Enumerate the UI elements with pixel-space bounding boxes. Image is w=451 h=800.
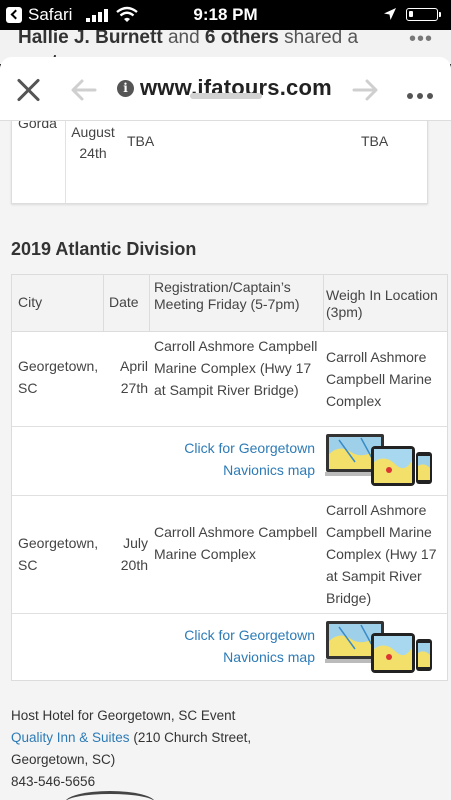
- cell-date: August 24th: [71, 124, 115, 161]
- cell-registration: Carroll Ashmore Campbell Marine Complex …: [154, 338, 318, 398]
- web-content: Gorda August 24th TBA TBA 2019 Atlantic …: [0, 121, 451, 800]
- browser-toolbar: i www.ifatours.com: [0, 57, 451, 121]
- cell-city: Georgetown, SC: [18, 358, 99, 396]
- cell-registration: TBA: [127, 133, 155, 149]
- hotel-address: (210 Church Street,: [133, 730, 252, 745]
- hotel-link[interactable]: Quality Inn & Suites: [11, 730, 130, 745]
- nav-forward-icon[interactable]: [352, 78, 378, 102]
- hotel-address-city: Georgetown, SC): [11, 752, 116, 767]
- header-weigh-in: Weigh In Location (3pm): [326, 287, 438, 320]
- previous-table-bottom: Gorda August 24th TBA TBA: [11, 121, 428, 204]
- cell-date: July 20th: [120, 535, 148, 573]
- navionics-devices-image[interactable]: [325, 619, 433, 677]
- header-city: City: [18, 294, 43, 310]
- location-icon: [384, 8, 396, 20]
- post-menu-icon: •••: [408, 30, 433, 50]
- navionics-map-link[interactable]: Click for Georgetown Navionics map: [184, 437, 315, 481]
- battery-icon: [406, 8, 441, 21]
- cell-weigh-in: TBA: [361, 133, 389, 149]
- more-icon[interactable]: [407, 86, 437, 104]
- table-row: Georgetown, SC April 27th Carroll Ashmor…: [12, 331, 447, 427]
- cell-weigh-in: Carroll Ashmore Campbell Marine Complex …: [326, 502, 437, 606]
- info-icon[interactable]: i: [117, 80, 134, 97]
- cell-registration: Carroll Ashmore Campbell Marine Complex: [154, 524, 318, 562]
- navionics-map-link[interactable]: Click for Georgetown Navionics map: [184, 624, 315, 668]
- close-icon[interactable]: [15, 77, 41, 103]
- status-bar: Safari 9:18 PM: [0, 0, 451, 30]
- sheet-grabber[interactable]: [190, 93, 262, 99]
- table-row-map: Click for Georgetown Navionics map: [12, 427, 447, 496]
- cell-weigh-in: Carroll Ashmore Campbell Marine Complex: [326, 349, 432, 409]
- section-title: 2019 Atlantic Division: [11, 239, 197, 259]
- navionics-devices-image[interactable]: [325, 432, 433, 490]
- shared-post-text: Hallie J. Burnett and 6 others shared a: [18, 30, 359, 48]
- cell-city: Georgetown, SC: [18, 535, 99, 573]
- cell-date: April 27th: [119, 358, 148, 396]
- table-row-map: Click for Georgetown Navionics map: [12, 614, 447, 682]
- header-date: Date: [109, 294, 139, 310]
- host-hotel-heading: Host Hotel for Georgetown, SC Event: [11, 708, 236, 723]
- table-header: City Date Registration/Captain’s Meeting…: [12, 275, 447, 332]
- nav-back-icon[interactable]: [71, 78, 97, 102]
- hotel-phone[interactable]: 843-546-5656: [11, 771, 441, 793]
- schedule-table: City Date Registration/Captain’s Meeting…: [11, 274, 448, 681]
- cell-city: Gorda: [18, 121, 57, 131]
- header-registration: Registration/Captain’s Meeting Friday (5…: [154, 279, 300, 312]
- host-hotel-info: Host Hotel for Georgetown, SC Event Qual…: [11, 705, 441, 793]
- in-app-browser-sheet: i www.ifatours.com Gorda August 24th TBA…: [0, 57, 451, 800]
- table-row: Georgetown, SC July 20th Carroll Ashmore…: [12, 496, 447, 614]
